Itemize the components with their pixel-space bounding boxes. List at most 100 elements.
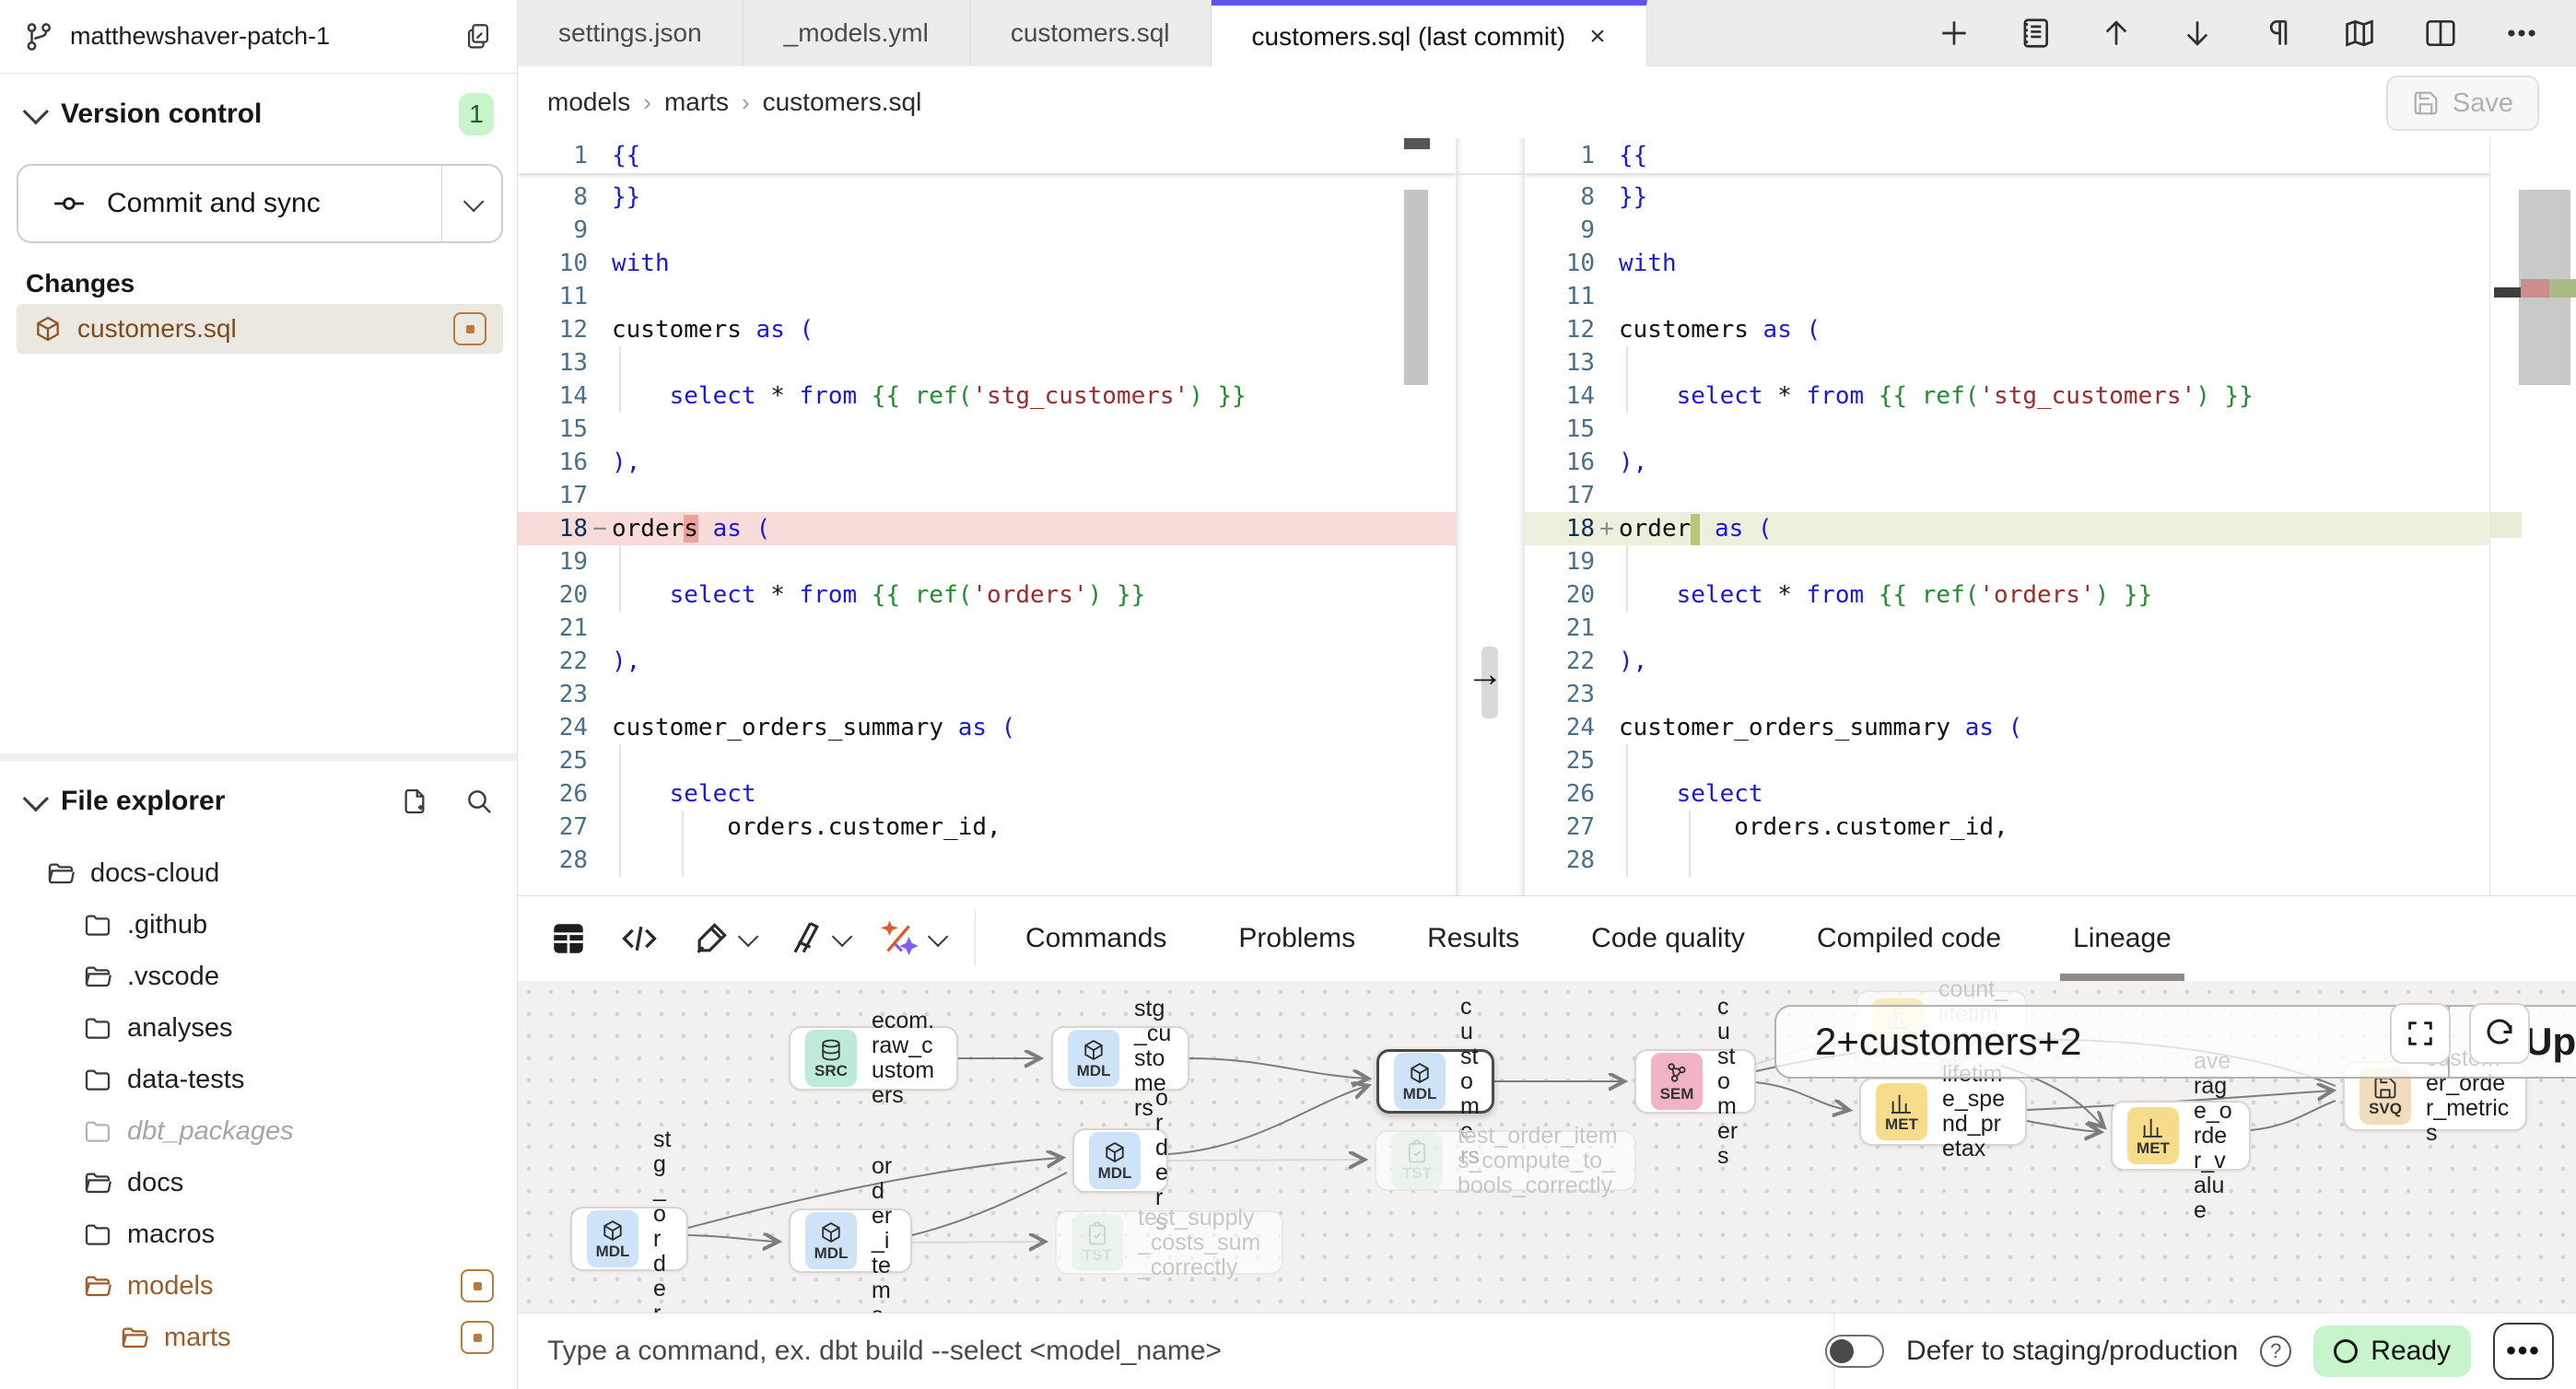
pilcrow-icon[interactable] [2261, 16, 2296, 51]
plus-icon[interactable] [1937, 16, 1972, 51]
tree-item-models[interactable]: models [0, 1260, 518, 1312]
arrow-down-icon[interactable] [2180, 16, 2215, 51]
diff-overview-ruler[interactable] [2489, 138, 2576, 895]
panel-tab-compiled-code[interactable]: Compiled code [1817, 896, 2001, 982]
tab-customers-sql-last-commit-[interactable]: customers.sql (last commit)× [1212, 0, 1647, 67]
code-text: select * from {{ ref('orders') }} [612, 578, 1456, 612]
tree-item--vscode[interactable]: .vscode [0, 951, 518, 1002]
close-icon[interactable]: × [1589, 21, 1606, 53]
tree-item-data-tests[interactable]: data-tests [0, 1054, 518, 1105]
panel-tab-problems[interactable]: Problems [1238, 896, 1355, 982]
lineage-node-customers[interactable]: SEMcustomers [1634, 1049, 1756, 1114]
scrollbar[interactable] [1404, 190, 1428, 385]
panel-tab-lineage[interactable]: Lineage [2073, 896, 2172, 982]
code-text: order as ( [1619, 512, 2576, 545]
apply-change-arrow-icon[interactable]: → [1467, 654, 1504, 695]
line-marker [1595, 678, 1619, 711]
branch-row[interactable]: matthewshaver-patch-1 [0, 0, 518, 74]
defer-toggle[interactable] [1825, 1335, 1884, 1368]
code-text: ), [612, 645, 1456, 678]
breadcrumb-item[interactable]: models [547, 88, 630, 116]
commit-options-caret[interactable] [442, 166, 501, 241]
outline-icon[interactable] [2018, 16, 2053, 51]
lineage-node-customers[interactable]: MDLcustomers [1376, 1049, 1494, 1114]
refresh-button[interactable] [2469, 1003, 2530, 1064]
line-marker [1595, 811, 1619, 844]
arrow-up-icon[interactable] [2099, 16, 2134, 51]
lineage-node-order-items[interactable]: MDLorder_items [789, 1208, 912, 1273]
tab--models-yml[interactable]: _models.yml [744, 0, 970, 66]
file-tabbar: settings.json_models.ymlcustomers.sqlcus… [518, 0, 2576, 66]
tree-item--github[interactable]: .github [0, 899, 518, 951]
line-marker [588, 844, 612, 877]
file-explorer-header[interactable]: File explorer [0, 778, 518, 824]
lineage-node-stg-customers[interactable]: MDLstg_customers [1051, 1026, 1189, 1091]
tree-item-analyses[interactable]: analyses [0, 1002, 518, 1054]
fullscreen-button[interactable] [2390, 1003, 2451, 1064]
indent-guide [619, 346, 621, 379]
lineage-node-stg-orders[interactable]: MDLstg_orders [570, 1207, 688, 1271]
line-marker [1595, 645, 1619, 678]
model-cube-icon [33, 314, 63, 344]
tree-item-macros[interactable]: macros [0, 1208, 518, 1260]
mdl-node-icon: MDL [1068, 1030, 1119, 1087]
lineage-edge [1168, 1160, 1364, 1161]
copy-branch-icon[interactable] [463, 21, 494, 53]
lineage-node-average-order-value[interactable]: METaverage_order_value [2111, 1101, 2251, 1171]
lineage-canvas[interactable]: SRCecom.raw_customersMDLstg_customersMDL… [518, 981, 2576, 1313]
save-button[interactable]: Save [2386, 76, 2539, 131]
line-number: 16 [1525, 446, 1595, 479]
line-number: 25 [1525, 744, 1595, 777]
search-icon[interactable] [464, 787, 494, 816]
panel-tab-commands[interactable]: Commands [1025, 896, 1166, 982]
tree-item-label: models [127, 1271, 214, 1301]
lineage-node-orders[interactable]: MDLorders [1072, 1128, 1168, 1193]
breadcrumb-item[interactable]: customers.sql [763, 88, 922, 116]
code-line: 25 [518, 744, 1456, 777]
command-input[interactable] [547, 1336, 1819, 1367]
tree-item-marts[interactable]: marts [0, 1312, 518, 1363]
build-action[interactable] [691, 918, 754, 959]
panel-tab-results[interactable]: Results [1427, 896, 1519, 982]
code-icon[interactable] [619, 918, 660, 959]
code-line: 1{{ [518, 138, 1456, 173]
lineage-node-lifetime-spend-pretax[interactable]: METlifetime_spend_pretax [1859, 1078, 2027, 1146]
changed-file-row[interactable]: customers.sql [17, 304, 503, 354]
more-options-button[interactable]: ••• [2493, 1323, 2554, 1380]
code-line: 10with [518, 247, 1456, 280]
code-text: {{ [612, 138, 1456, 173]
tree-item-label: dbt_packages [127, 1116, 294, 1147]
results-table-icon[interactable] [549, 919, 588, 958]
map-icon[interactable] [2342, 16, 2377, 51]
version-control-header[interactable]: Version control 1 [0, 92, 518, 136]
node-label: customers [1717, 995, 1739, 1169]
tab-settings-json[interactable]: settings.json [518, 0, 744, 66]
new-file-icon[interactable] [400, 787, 429, 816]
tree-item-dbt-packages[interactable]: dbt_packages [0, 1105, 518, 1157]
diff-pane-modified[interactable]: 1{{ 8}}910with1112customers as (1314 sel… [1525, 138, 2576, 895]
met-node-icon: MET [1876, 1083, 1927, 1140]
lineage-selector-input[interactable]: 2+customers+2 [1776, 1007, 2450, 1077]
lineage-node-test-supply-costs-sum-correctly[interactable]: TSTtest_supply_costs_sum_correctly [1055, 1210, 1283, 1275]
modified-badge [461, 1321, 494, 1354]
more-icon[interactable] [2504, 16, 2539, 51]
ruler-position-marker [2494, 287, 2522, 298]
tab-customers-sql[interactable]: customers.sql [970, 0, 1212, 66]
status-badge[interactable]: Ready [2313, 1325, 2471, 1377]
breadcrumb-item[interactable]: marts [664, 88, 729, 116]
help-icon[interactable]: ? [2260, 1336, 2291, 1367]
tree-item-label: .vscode [127, 962, 219, 992]
commit-and-sync-button[interactable]: Commit and sync [17, 164, 503, 243]
ai-assist-action[interactable] [879, 917, 943, 960]
panel-tabs: Commands Problems Results Code quality Compi… [985, 896, 2172, 982]
tree-item-docs[interactable]: docs [0, 1157, 518, 1208]
split-view-icon[interactable] [2423, 16, 2458, 51]
format-action[interactable] [785, 918, 848, 959]
diff-pane-original[interactable]: 1{{ 8}}910with1112customers as (1314 sel… [518, 138, 1456, 895]
lineage-node-ecom-raw-customers[interactable]: SRCecom.raw_customers [789, 1026, 958, 1091]
tree-item-docs-cloud[interactable]: docs-cloud [0, 847, 518, 899]
code-line: 28 [1525, 844, 2576, 877]
lineage-node-test-order-items-compute-to-bools-correctly[interactable]: TSTtest_order_items_compute_to_bools_cor… [1375, 1130, 1636, 1191]
line-marker [1595, 446, 1619, 479]
panel-tab-code-quality[interactable]: Code quality [1591, 896, 1745, 982]
